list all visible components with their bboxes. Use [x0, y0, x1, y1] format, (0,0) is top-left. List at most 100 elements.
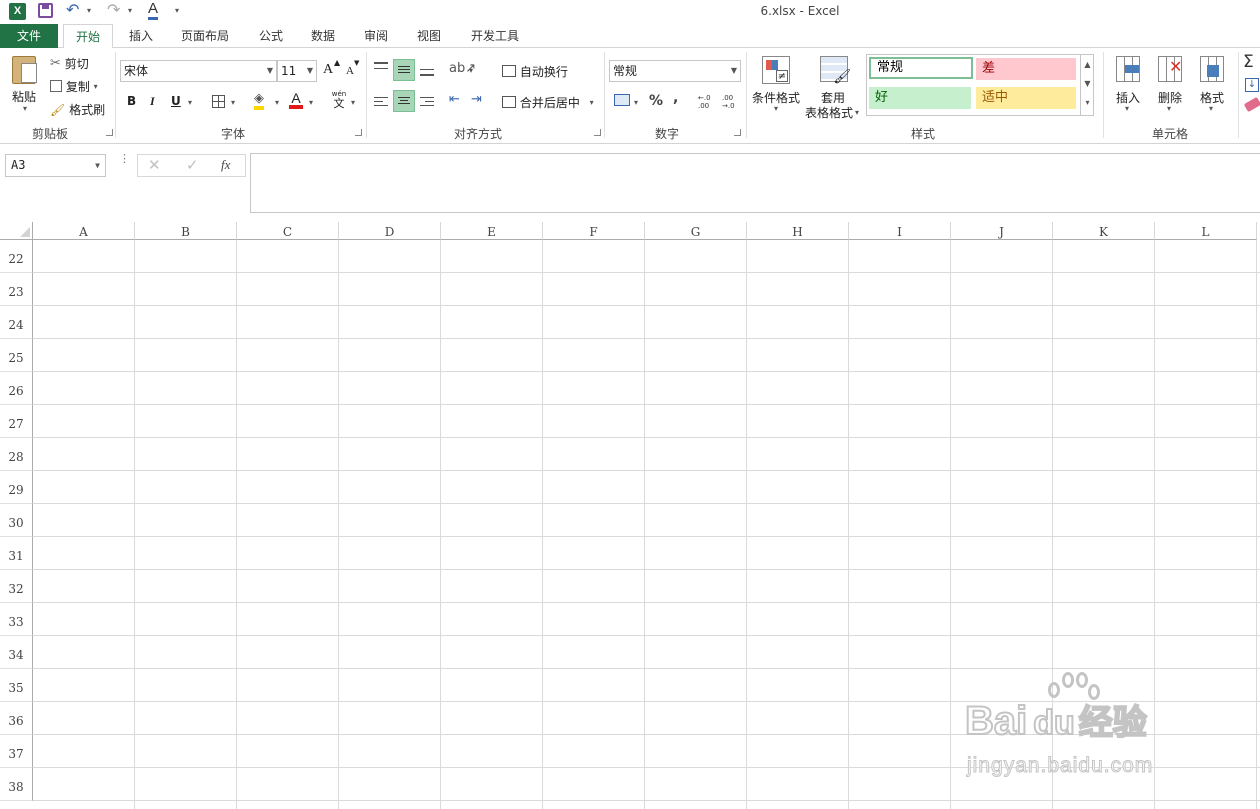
customize-icon[interactable]: ▾ [175, 6, 179, 15]
shrink-font-button[interactable]: A [346, 65, 354, 77]
fill-icon[interactable]: ↓ [1245, 78, 1259, 92]
decrease-indent-icon[interactable]: ⇤ [449, 92, 460, 107]
conditional-format-button[interactable]: ≠ 条件格式 ▾ [750, 56, 804, 122]
wrap-text-button[interactable]: 自动换行 [502, 63, 568, 80]
accounting-format-icon[interactable] [614, 94, 630, 106]
format-painter-button[interactable]: 🖌 格式刷 [50, 101, 105, 118]
font-color-a-icon[interactable]: A [148, 0, 159, 20]
style-good[interactable]: 好 [869, 87, 971, 109]
tab-insert[interactable]: 插入 [118, 24, 164, 48]
clear-eraser-icon[interactable] [1243, 96, 1260, 113]
insert-cells-button[interactable]: 插入 ▾ [1110, 56, 1146, 122]
font-color-icon[interactable]: A [289, 91, 303, 109]
style-normal[interactable]: 常规 [869, 57, 973, 79]
align-bottom-icon[interactable] [420, 66, 434, 76]
increase-indent-icon[interactable]: ⇥ [471, 92, 482, 107]
tab-review[interactable]: 审阅 [355, 24, 397, 48]
tab-file[interactable]: 文件 [0, 24, 58, 48]
borders-dropdown-icon[interactable]: ▾ [231, 98, 235, 107]
italic-button[interactable]: I [150, 94, 155, 109]
excel-logo-icon[interactable]: X [9, 3, 26, 20]
row-header[interactable]: 25 [0, 339, 33, 372]
column-header[interactable]: I [849, 222, 951, 240]
tab-page-layout[interactable]: 页面布局 [172, 24, 238, 48]
orientation-dropdown-icon[interactable]: ▾ [469, 66, 473, 75]
column-header[interactable]: J [951, 222, 1053, 240]
redo-dropdown-icon[interactable]: ▾ [128, 6, 132, 15]
alignment-launcher-icon[interactable] [594, 129, 601, 136]
grow-font-button[interactable]: A [323, 62, 333, 78]
font-launcher-icon[interactable] [355, 129, 362, 136]
column-header[interactable]: F [543, 222, 645, 240]
scroll-down-icon[interactable]: ▼ [1081, 74, 1094, 93]
paste-button[interactable]: 粘贴 ▾ [8, 56, 44, 118]
column-header[interactable]: G [645, 222, 747, 240]
row-header[interactable]: 37 [0, 735, 33, 768]
style-neutral[interactable]: 适中 [976, 87, 1076, 109]
decrease-decimal-icon[interactable]: .00 →.0 [722, 94, 740, 110]
row-header[interactable]: 24 [0, 306, 33, 339]
undo-dropdown-icon[interactable]: ▾ [87, 6, 91, 15]
fill-color-icon[interactable]: ◈ [254, 92, 264, 110]
fill-color-dropdown-icon[interactable]: ▾ [275, 98, 279, 107]
bold-button[interactable]: B [127, 94, 136, 108]
tab-formulas[interactable]: 公式 [250, 24, 292, 48]
column-header[interactable]: C [237, 222, 339, 240]
align-left-icon[interactable] [374, 97, 388, 107]
column-header[interactable]: D [339, 222, 441, 240]
row-header[interactable]: 36 [0, 702, 33, 735]
align-top-icon[interactable] [374, 62, 388, 72]
tab-data[interactable]: 数据 [302, 24, 344, 48]
number-format-select[interactable]: 常规 ▼ [609, 60, 741, 82]
column-header[interactable]: E [441, 222, 543, 240]
format-as-table-button[interactable]: 🖌 套用 表格格式 ▾ [804, 56, 864, 122]
row-header[interactable]: 27 [0, 405, 33, 438]
phonetic-dropdown-icon[interactable]: ▾ [351, 98, 355, 107]
select-all-corner[interactable] [0, 222, 33, 240]
comma-button[interactable]: , [673, 90, 678, 106]
gallery-scroll[interactable]: ▲ ▼ ▾ [1080, 55, 1094, 115]
column-header[interactable]: L [1155, 222, 1257, 240]
increase-decimal-icon[interactable]: ←.0 .00 [698, 94, 716, 110]
number-launcher-icon[interactable] [734, 129, 741, 136]
enter-icon[interactable]: ✓ [186, 156, 199, 174]
font-size-select[interactable]: 11 ▼ [277, 60, 317, 82]
phonetic-guide-icon[interactable]: wén 文 [331, 90, 347, 110]
redo-icon[interactable]: ↷ [107, 0, 120, 19]
row-header[interactable]: 35 [0, 669, 33, 702]
column-header[interactable]: H [747, 222, 849, 240]
save-icon[interactable] [38, 3, 53, 18]
merge-center-button[interactable]: 合并后居中 ▾ [502, 94, 594, 111]
align-middle-icon[interactable] [393, 59, 415, 81]
align-center-icon[interactable] [393, 90, 415, 112]
drag-handle-icon[interactable]: ⋮ [119, 153, 130, 164]
undo-icon[interactable]: ↶ [66, 0, 79, 19]
cancel-icon[interactable]: ✕ [148, 156, 161, 174]
autosum-icon[interactable]: Σ [1243, 52, 1254, 72]
row-header[interactable]: 31 [0, 537, 33, 570]
accounting-dropdown-icon[interactable]: ▾ [634, 98, 638, 107]
cut-button[interactable]: ✂ 剪切 [50, 55, 89, 72]
row-header[interactable]: 22 [0, 240, 33, 273]
tab-developer[interactable]: 开发工具 [462, 24, 528, 48]
tab-home[interactable]: 开始 [63, 24, 113, 49]
row-header[interactable]: 34 [0, 636, 33, 669]
insert-function-icon[interactable]: fx [221, 157, 230, 173]
align-right-icon[interactable] [420, 97, 434, 107]
underline-button[interactable]: U [171, 94, 181, 108]
font-name-select[interactable]: 宋体 ▼ [120, 60, 277, 82]
column-header[interactable]: B [135, 222, 237, 240]
copy-button[interactable]: 复制 ▾ [50, 78, 98, 95]
format-cells-button[interactable]: 格式 ▾ [1194, 56, 1230, 122]
formula-input[interactable] [250, 153, 1260, 213]
row-header[interactable]: 32 [0, 570, 33, 603]
percent-button[interactable]: % [649, 93, 663, 109]
underline-dropdown-icon[interactable]: ▾ [188, 98, 192, 107]
clipboard-launcher-icon[interactable] [106, 129, 113, 136]
column-header[interactable]: A [33, 222, 135, 240]
row-header[interactable]: 26 [0, 372, 33, 405]
column-header[interactable]: K [1053, 222, 1155, 240]
tab-view[interactable]: 视图 [408, 24, 450, 48]
name-box[interactable]: A3 ▼ [5, 154, 106, 177]
gallery-more-icon[interactable]: ▾ [1081, 93, 1094, 112]
